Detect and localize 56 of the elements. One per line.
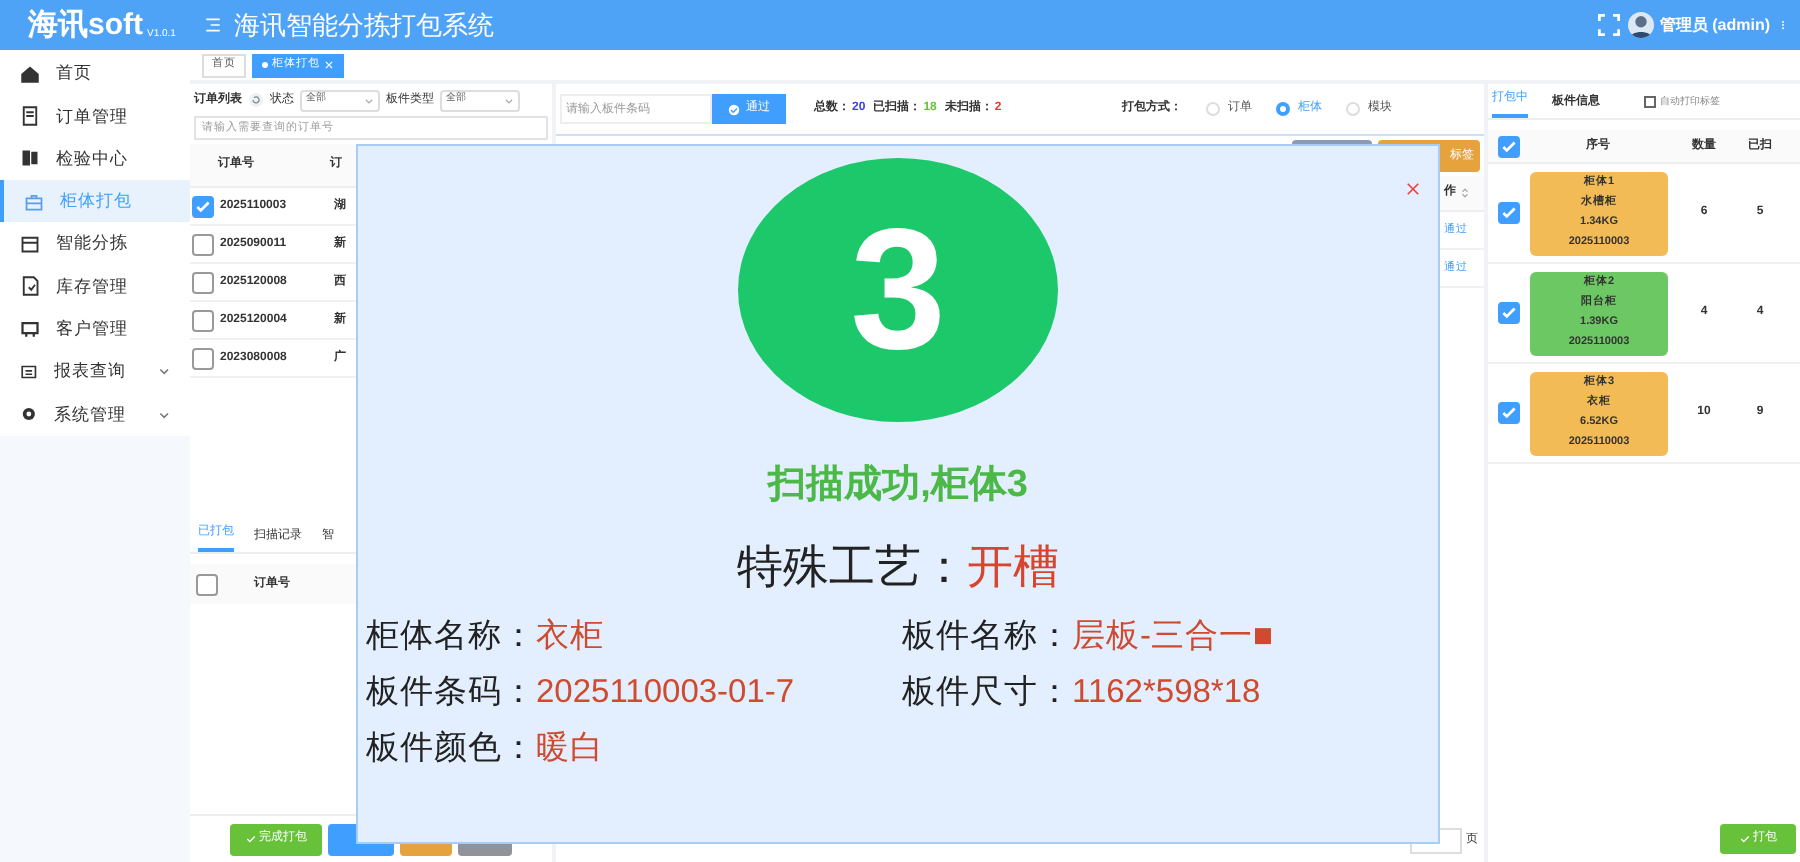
check-icon [245,834,256,844]
fullscreen-icon[interactable] [1597,14,1620,36]
checkbox[interactable] [1498,302,1520,324]
checkbox[interactable] [192,233,214,255]
field-value: 暖白 [536,730,604,766]
avatar[interactable] [1627,12,1654,38]
check-icon [1739,833,1749,843]
field-label: 板件尺寸： [902,674,1072,710]
field-value: 1162*598*18 [1072,674,1261,710]
field-label: 板件颜色： [366,730,536,766]
field-label: 柜体名称： [366,618,536,654]
logo: 海讯soft [28,10,143,40]
sidebar-icon [20,63,40,84]
success-message: 扫描成功,柜体3 [768,466,1028,504]
check-circle-icon [728,103,740,115]
chevron-down-icon[interactable] [157,364,170,379]
checkbox[interactable] [192,195,214,217]
sidebar-item[interactable]: 系统管理 [0,392,190,436]
sidebar-icon [20,361,38,382]
sidebar-item[interactable]: 首页 [0,52,190,95]
chevron-down-icon [364,95,374,105]
refresh-icon[interactable] [248,92,264,108]
field-value: 2025110003-01-7 [536,674,795,710]
app-title: 海讯智能分拣打包系统 [234,7,494,44]
sidebar-item[interactable]: 库存管理 [0,264,190,308]
menu-icon[interactable] [204,16,222,34]
sidebar-item[interactable]: 客户管理 [0,307,190,351]
checkbox[interactable] [192,347,214,369]
checkbox[interactable] [1498,135,1520,157]
field-label: 板件名称： [902,618,1072,654]
sidebar-icon [20,233,40,254]
field-value: 开槽 [967,540,1059,592]
sidebar-item[interactable]: 订单管理 [0,94,190,138]
sidebar-icon [20,276,40,297]
sidebar-item[interactable]: 智能分拣 [0,222,190,265]
close-icon[interactable] [1406,182,1420,196]
checkbox[interactable] [1498,402,1520,424]
field-label: 板件条码： [366,674,536,710]
sidebar-icon [24,191,44,212]
field-label: 特殊工艺： [737,540,967,592]
sidebar-item[interactable]: 报表查询 [0,350,190,393]
field-value: 层板-三合一■ [1072,618,1273,654]
checkbox[interactable] [192,309,214,331]
checkbox[interactable] [196,573,218,595]
chevron-down-icon [504,95,514,105]
number-badge: 3 [738,158,1058,422]
sidebar-icon [20,105,40,126]
sidebar-icon [20,318,40,339]
sidebar-icon [20,404,38,425]
checkbox[interactable] [1498,202,1520,224]
field-value: 衣柜 [536,618,604,654]
sort-icon[interactable] [1460,186,1470,200]
sidebar-item[interactable]: 检验中心 [0,137,190,180]
sidebar-icon [20,148,40,169]
chevron-down-icon[interactable] [157,407,170,422]
checkbox[interactable] [192,271,214,293]
